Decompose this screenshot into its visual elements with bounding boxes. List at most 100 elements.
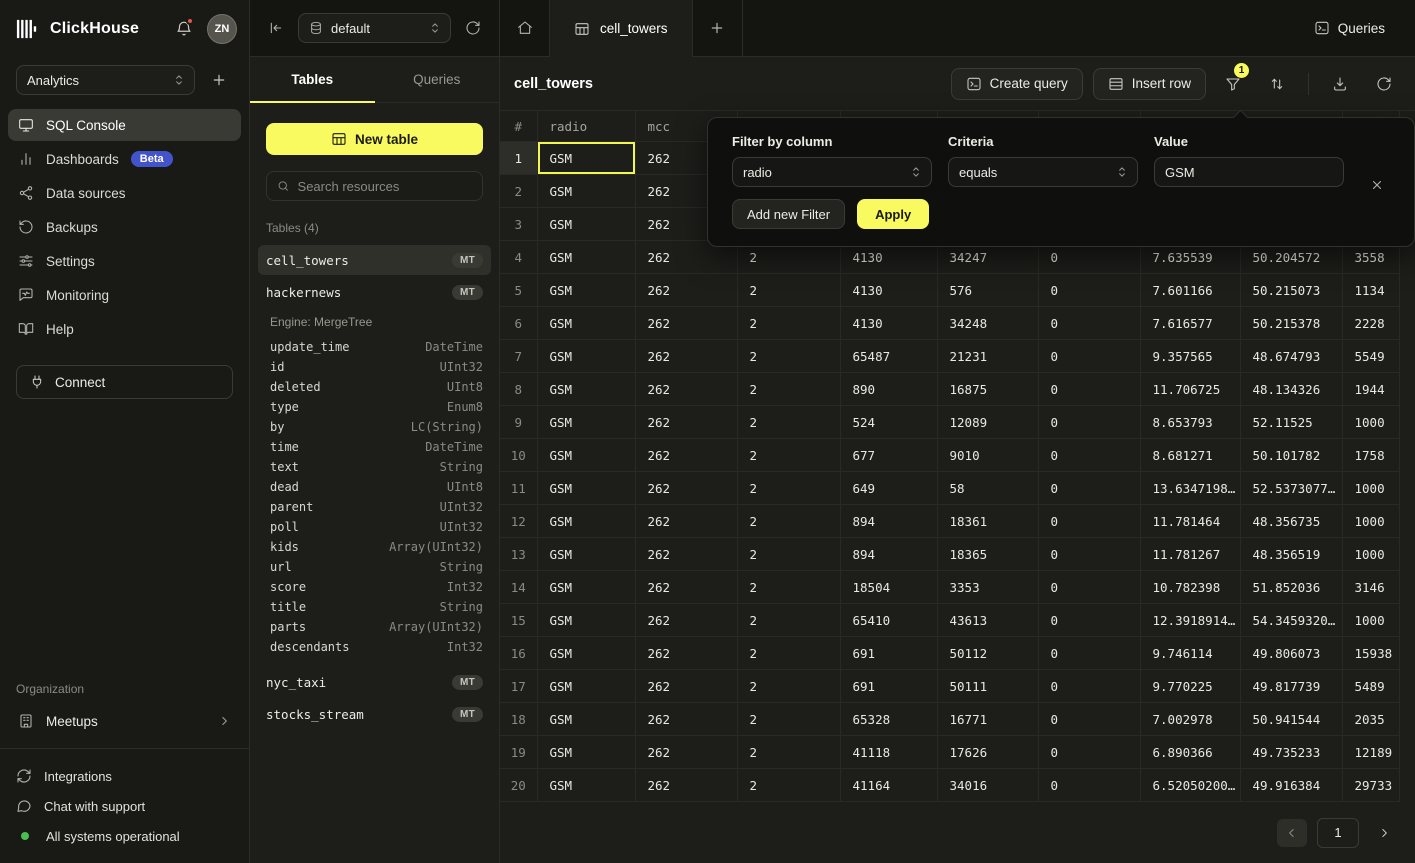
grid-cell[interactable]: 48.356735	[1240, 505, 1342, 538]
grid-cell[interactable]: 18361	[937, 505, 1038, 538]
grid-cell[interactable]: 262	[635, 373, 737, 406]
tab-queries[interactable]: Queries	[375, 57, 500, 102]
grid-cell[interactable]: 43613	[937, 604, 1038, 637]
grid-cell[interactable]: 9010	[937, 439, 1038, 472]
grid-cell[interactable]: 890	[840, 373, 937, 406]
grid-cell[interactable]: 18504	[840, 571, 937, 604]
row-number[interactable]: 3	[500, 208, 537, 241]
grid-cell[interactable]: GSM	[537, 505, 635, 538]
grid-cell[interactable]: 65410	[840, 604, 937, 637]
row-number[interactable]: 4	[500, 241, 537, 274]
grid-cell[interactable]: 1000	[1342, 472, 1399, 505]
system-status-link[interactable]: All systems operational	[16, 821, 233, 851]
sidebar-item-monitoring[interactable]: Monitoring	[8, 279, 241, 311]
grid-cell[interactable]: 29733	[1342, 769, 1399, 802]
column-header-radio[interactable]: radio	[537, 111, 635, 142]
grid-cell[interactable]: 10.782398	[1140, 571, 1240, 604]
grid-cell[interactable]: 11.781267	[1140, 538, 1240, 571]
grid-cell[interactable]: 0	[1038, 538, 1140, 571]
grid-cell[interactable]: 649	[840, 472, 937, 505]
grid-cell[interactable]: 2	[737, 340, 840, 373]
grid-cell[interactable]: 262	[635, 604, 737, 637]
grid-cell[interactable]: 1000	[1342, 505, 1399, 538]
chat-support-link[interactable]: Chat with support	[16, 791, 233, 821]
refresh-tables-button[interactable]	[461, 16, 485, 40]
grid-cell[interactable]: 0	[1038, 505, 1140, 538]
grid-cell[interactable]: 6.52050200…	[1140, 769, 1240, 802]
current-page-indicator[interactable]: 1	[1317, 818, 1359, 848]
grid-cell[interactable]: 2	[737, 307, 840, 340]
avatar[interactable]: ZN	[207, 14, 237, 44]
grid-cell[interactable]: 49.916384	[1240, 769, 1342, 802]
sidebar-item-backups[interactable]: Backups	[8, 211, 241, 243]
table-item-cell-towers[interactable]: cell_towers MT	[258, 245, 491, 275]
table-item-nyc-taxi[interactable]: nyc_taxi MT	[258, 667, 491, 697]
grid-cell[interactable]: 48.356519	[1240, 538, 1342, 571]
home-tab[interactable]	[500, 0, 549, 56]
row-number[interactable]: 1	[500, 142, 537, 175]
grid-cell[interactable]: GSM	[537, 571, 635, 604]
grid-cell[interactable]: 0	[1038, 769, 1140, 802]
grid-cell[interactable]: 0	[1038, 604, 1140, 637]
grid-cell[interactable]: 5549	[1342, 340, 1399, 373]
grid-cell[interactable]: 12189	[1342, 736, 1399, 769]
queries-button[interactable]: Queries	[1304, 14, 1395, 42]
grid-cell[interactable]: GSM	[537, 340, 635, 373]
grid-cell[interactable]: 2	[737, 406, 840, 439]
grid-cell[interactable]: 49.735233	[1240, 736, 1342, 769]
filter-button[interactable]: 1	[1216, 68, 1250, 100]
grid-cell[interactable]: 2	[737, 373, 840, 406]
row-number[interactable]: 5	[500, 274, 537, 307]
table-item-hackernews[interactable]: hackernews MT	[258, 277, 491, 307]
grid-cell[interactable]: GSM	[537, 769, 635, 802]
grid-cell[interactable]: 2	[737, 604, 840, 637]
grid-cell[interactable]: 2	[737, 703, 840, 736]
grid-cell[interactable]: 0	[1038, 670, 1140, 703]
grid-cell[interactable]: 2	[737, 439, 840, 472]
grid-cell[interactable]: 262	[635, 637, 737, 670]
grid-cell[interactable]: 262	[635, 274, 737, 307]
grid-cell[interactable]: GSM	[537, 670, 635, 703]
grid-cell[interactable]: GSM	[537, 439, 635, 472]
grid-cell[interactable]: 50.941544	[1240, 703, 1342, 736]
row-number[interactable]: 15	[500, 604, 537, 637]
grid-cell[interactable]: 1000	[1342, 538, 1399, 571]
grid-cell[interactable]: 0	[1038, 406, 1140, 439]
row-number[interactable]: 7	[500, 340, 537, 373]
previous-page-button[interactable]	[1277, 819, 1307, 847]
grid-cell[interactable]: 16875	[937, 373, 1038, 406]
grid-cell[interactable]: 65487	[840, 340, 937, 373]
grid-cell[interactable]: 7.616577	[1140, 307, 1240, 340]
grid-cell[interactable]: 2	[737, 637, 840, 670]
grid-cell[interactable]: 9.357565	[1140, 340, 1240, 373]
database-selector[interactable]: default	[298, 13, 451, 43]
row-number[interactable]: 9	[500, 406, 537, 439]
grid-cell[interactable]: GSM	[537, 142, 635, 175]
grid-cell[interactable]: 15938	[1342, 637, 1399, 670]
sort-button[interactable]	[1260, 68, 1294, 100]
filter-value-input[interactable]	[1154, 157, 1344, 187]
grid-cell[interactable]: 1134	[1342, 274, 1399, 307]
grid-cell[interactable]: 6.890366	[1140, 736, 1240, 769]
grid-cell[interactable]: 7.601166	[1140, 274, 1240, 307]
add-new-filter-button[interactable]: Add new Filter	[732, 199, 845, 229]
grid-cell[interactable]: 8.653793	[1140, 406, 1240, 439]
sidebar-item-data-sources[interactable]: Data sources	[8, 177, 241, 209]
grid-cell[interactable]: 0	[1038, 373, 1140, 406]
grid-cell[interactable]: 3146	[1342, 571, 1399, 604]
integrations-link[interactable]: Integrations	[16, 761, 233, 791]
new-tab-button[interactable]	[693, 0, 743, 56]
grid-cell[interactable]: 54.3459320…	[1240, 604, 1342, 637]
row-number[interactable]: 19	[500, 736, 537, 769]
create-query-button[interactable]: Create query	[951, 68, 1083, 100]
grid-cell[interactable]: 50.215378	[1240, 307, 1342, 340]
connect-button[interactable]: Connect	[16, 365, 233, 399]
grid-cell[interactable]: 677	[840, 439, 937, 472]
sidebar-item-meetups[interactable]: Meetups	[8, 704, 241, 738]
grid-cell[interactable]: 34248	[937, 307, 1038, 340]
grid-cell[interactable]: 262	[635, 769, 737, 802]
row-number[interactable]: 8	[500, 373, 537, 406]
grid-cell[interactable]: 12.3918914…	[1140, 604, 1240, 637]
grid-cell[interactable]: 2	[737, 472, 840, 505]
grid-cell[interactable]: 11.706725	[1140, 373, 1240, 406]
